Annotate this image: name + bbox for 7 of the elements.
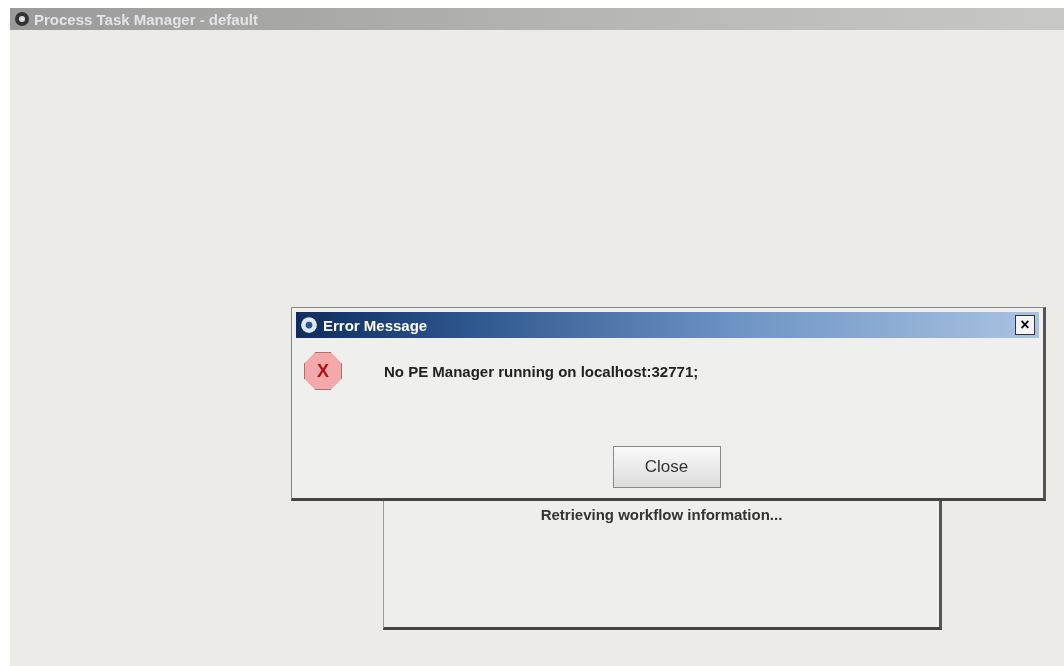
- dialog-title: Error Message: [323, 316, 429, 334]
- close-button[interactable]: Close: [612, 446, 721, 488]
- close-button[interactable]: ×: [1015, 315, 1035, 335]
- window-title: Process Task Manager - default: [34, 10, 258, 28]
- error-message: No PE Manager running on localhost:32771;: [384, 362, 699, 380]
- progress-message: Retrieving workflow information...: [540, 506, 783, 523]
- error-icon: X: [304, 352, 342, 390]
